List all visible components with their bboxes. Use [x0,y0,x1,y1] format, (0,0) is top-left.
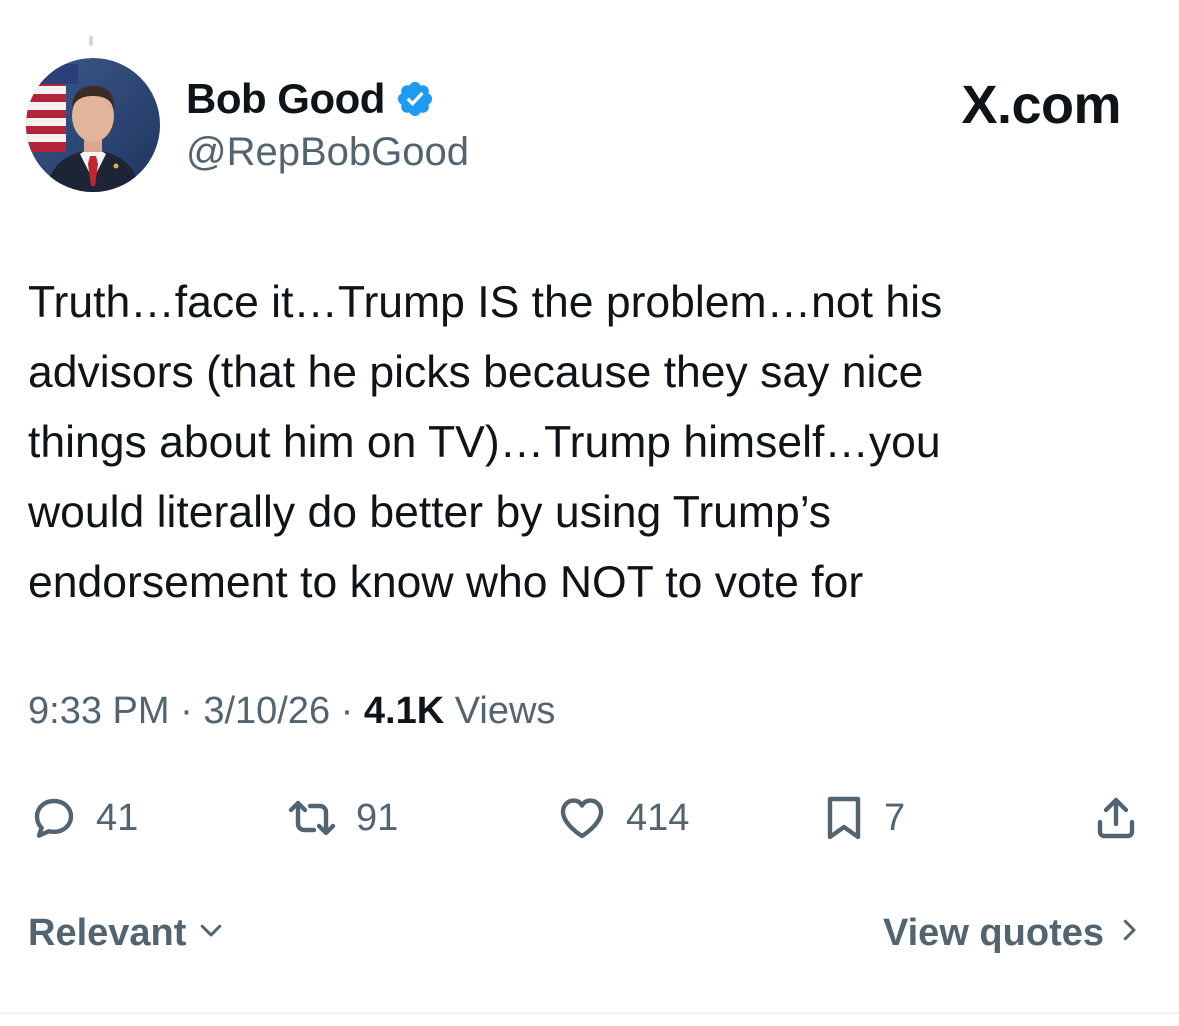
avatar[interactable] [26,58,160,192]
reply-button[interactable]: 41 [30,786,138,850]
like-count: 414 [626,796,690,839]
tweet-card: Bob Good @RepBobGood X.com Truth…face it… [0,0,1179,1026]
tweet-text: Truth…face it…Trump IS the problem…not h… [28,268,1138,618]
tweet-text-line: things about him on TV)…Trump himself…yo… [28,418,941,467]
tweet-text-line: would literally do better by using Trump… [28,488,832,537]
bookmark-button[interactable]: 7 [822,786,905,850]
tweet-text-line: endorsement to know who NOT to vote for [28,558,864,607]
meta-separator: · [340,690,364,732]
replies-footer: Relevant View quotes [28,912,1144,972]
tweet-meta: 9:33 PM · 3/10/26 · 4.1K Views [28,690,555,733]
reply-count: 41 [96,796,139,839]
divider [0,1012,1179,1014]
repost-icon [288,800,336,836]
reply-icon [34,798,74,838]
views-label: Views [454,690,556,732]
name-row: Bob Good [186,74,469,124]
like-button[interactable]: 414 [556,786,689,850]
tweet-date[interactable]: 3/10/26 [203,690,330,732]
view-quotes-link[interactable]: View quotes [883,912,1144,955]
scroll-indicator [89,36,93,46]
tweet-header: Bob Good @RepBobGood X.com [26,58,1153,192]
views-count: 4.1K [363,690,455,732]
sort-dropdown[interactable]: Relevant [28,912,226,955]
verified-badge-icon[interactable] [395,79,435,119]
meta-separator: · [180,690,204,732]
sort-label: Relevant [28,912,187,954]
user-handle[interactable]: @RepBobGood [186,130,469,175]
tweet-text-line: Truth…face it…Trump IS the problem…not h… [28,278,943,327]
repost-button[interactable]: 91 [286,786,398,850]
tweet-text-line: advisors (that he picks because they say… [28,348,924,397]
action-bar: 41 91 414 7 [30,786,1144,850]
chevron-down-icon [196,912,226,955]
heart-icon [560,798,604,839]
chevron-right-icon [1114,912,1144,955]
site-label: X.com [961,75,1121,135]
bookmark-count: 7 [884,796,906,839]
share-icon [1097,797,1135,839]
share-button[interactable] [1092,786,1140,850]
display-name[interactable]: Bob Good [186,75,385,123]
view-quotes-label: View quotes [882,912,1104,954]
tweet-time[interactable]: 9:33 PM [28,690,170,732]
repost-count: 91 [356,796,399,839]
user-info: Bob Good @RepBobGood [186,74,469,175]
bookmark-icon [827,796,861,840]
